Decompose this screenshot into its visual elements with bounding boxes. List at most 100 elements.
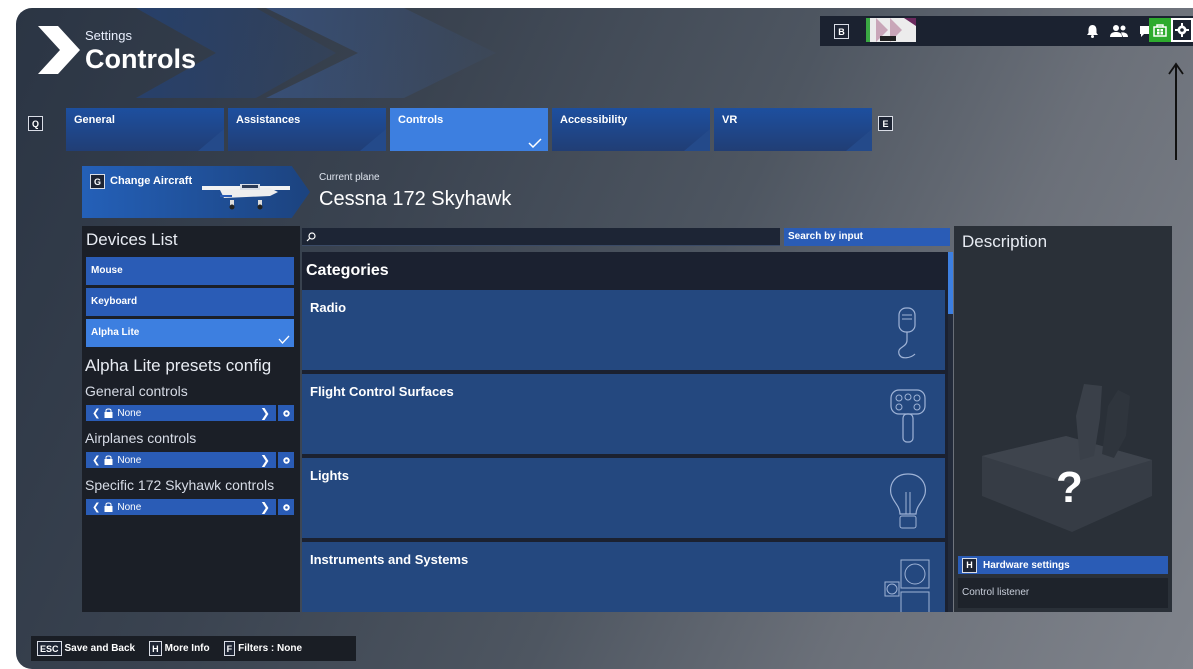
description-panel: Description ? H Hardware settings Contro… <box>954 226 1172 612</box>
top-bar: B <box>820 16 1193 46</box>
back-chevron-icon[interactable] <box>38 26 80 74</box>
more-info-button[interactable]: H More Info <box>149 641 210 656</box>
key-hint-g: G <box>90 174 105 189</box>
chevron-right-icon[interactable]: ❯ <box>260 453 270 467</box>
category-flight-control-surfaces[interactable]: Flight Control Surfaces <box>302 374 945 454</box>
change-aircraft-button[interactable]: G Change Aircraft <box>82 166 310 218</box>
tab-corner <box>684 129 710 151</box>
chevron-right-icon[interactable]: ❯ <box>260 406 270 420</box>
preset-selector-airplanes[interactable]: ❮ None ❯ <box>86 452 276 468</box>
preset-value: None <box>117 454 142 466</box>
key-hint-esc: ESC <box>37 641 62 656</box>
preset-value: None <box>117 407 142 419</box>
tab-corner <box>360 129 386 151</box>
tab-label: VR <box>722 114 738 126</box>
checkmark-icon <box>528 138 542 148</box>
lock-icon <box>104 408 113 418</box>
key-hint-q[interactable]: Q <box>28 116 43 131</box>
gear-icon <box>282 456 290 464</box>
tab-corner <box>198 129 224 151</box>
flag-icon <box>866 18 916 42</box>
microphone-icon <box>898 307 916 359</box>
lock-icon <box>104 455 113 465</box>
preset-settings-button[interactable] <box>278 452 294 468</box>
checkmark-icon <box>278 335 290 344</box>
current-plane-name: Cessna 172 Skyhawk <box>319 188 512 210</box>
preset-settings-button[interactable] <box>278 405 294 421</box>
tab-vr[interactable]: VR <box>714 108 872 151</box>
categories-title: Categories <box>306 262 389 279</box>
tab-assistances[interactable]: Assistances <box>228 108 386 151</box>
category-label: Lights <box>310 468 349 483</box>
chevron-right-icon[interactable]: ❯ <box>260 500 270 514</box>
search-icon <box>306 232 316 242</box>
airplane-icon <box>202 184 290 210</box>
tab-label: Controls <box>398 114 444 126</box>
device-label: Keyboard <box>91 296 138 307</box>
preset-label: General controls <box>85 383 188 399</box>
settings-button[interactable] <box>1171 18 1193 42</box>
category-instruments-and-systems[interactable]: Instruments and Systems <box>302 542 945 612</box>
gear-icon <box>282 503 290 511</box>
presets-title: Alpha Lite presets config <box>85 356 272 375</box>
chevron-left-icon[interactable]: ❮ <box>92 408 100 419</box>
category-label: Flight Control Surfaces <box>310 384 454 399</box>
hardware-settings-button[interactable]: H Hardware settings <box>958 556 1168 574</box>
preset-label: Airplanes controls <box>85 430 197 446</box>
change-aircraft-label: Change Aircraft <box>110 175 193 187</box>
tab-general[interactable]: General <box>66 108 224 151</box>
page-title: Controls <box>85 44 196 74</box>
lightbulb-icon <box>890 473 926 529</box>
scrollbar-thumb[interactable] <box>948 252 953 314</box>
tab-controls[interactable]: Controls <box>390 108 548 151</box>
device-item-mouse[interactable]: Mouse <box>86 257 294 285</box>
control-listener[interactable]: Control listener <box>958 578 1168 608</box>
filters-button[interactable]: F Filters : None <box>223 641 303 656</box>
categories-scrollbar[interactable] <box>948 252 953 612</box>
profile-banner[interactable] <box>866 18 916 42</box>
preset-selector-general[interactable]: ❮ None ❯ <box>86 405 276 421</box>
chevron-left-icon[interactable]: ❮ <box>92 455 100 466</box>
description-title: Description <box>962 232 1048 251</box>
friends-icon[interactable] <box>1109 24 1129 38</box>
key-hint-e[interactable]: E <box>878 116 893 131</box>
category-radio[interactable]: Radio <box>302 290 945 370</box>
store-icon <box>1153 24 1167 37</box>
tab-corner <box>846 129 872 151</box>
hardware-settings-label: Hardware settings <box>983 559 1070 571</box>
devices-title: Devices List <box>86 230 178 249</box>
footer-label: Filters : None <box>238 643 303 654</box>
device-item-alpha-lite[interactable]: Alpha Lite <box>86 319 294 347</box>
yoke-icon <box>890 389 926 443</box>
chevron-left-icon[interactable]: ❮ <box>92 502 100 513</box>
current-plane-label: Current plane <box>319 172 380 183</box>
device-item-keyboard[interactable]: Keyboard <box>86 288 294 316</box>
lock-icon <box>104 502 113 512</box>
tab-label: Assistances <box>236 114 301 126</box>
bell-icon[interactable] <box>1086 24 1099 38</box>
preset-label: Specific 172 Skyhawk controls <box>85 477 275 493</box>
annotation-arrow-line <box>1175 64 1177 160</box>
categories-panel: Categories Radio Flight Control Surfaces… <box>302 252 950 612</box>
instruments-icon <box>884 559 930 612</box>
key-hint-h: H <box>962 557 977 573</box>
category-label: Radio <box>310 300 347 315</box>
save-and-back-button[interactable]: ESC Save and Back <box>37 641 135 656</box>
devices-panel: Devices List Mouse Keyboard Alpha Lite A… <box>82 226 300 612</box>
preset-selector-specific[interactable]: ❮ None ❯ <box>86 499 276 515</box>
preset-settings-button[interactable] <box>278 499 294 515</box>
tab-accessibility[interactable]: Accessibility <box>552 108 710 151</box>
footer-bar: ESC Save and Back H More Info F Filters … <box>31 636 356 661</box>
description-placeholder: ? <box>1056 463 1083 512</box>
preset-value: None <box>117 501 142 513</box>
key-hint-h: H <box>149 641 162 656</box>
device-label: Alpha Lite <box>91 327 140 338</box>
category-lights[interactable]: Lights <box>302 458 945 538</box>
device-label: Mouse <box>91 265 123 276</box>
search-input[interactable] <box>302 228 780 246</box>
search-by-input-button[interactable]: Search by input <box>784 228 950 246</box>
tab-label: General <box>74 114 115 126</box>
gear-icon <box>1175 23 1189 37</box>
key-hint-f: F <box>223 641 236 656</box>
store-button[interactable] <box>1149 18 1171 42</box>
